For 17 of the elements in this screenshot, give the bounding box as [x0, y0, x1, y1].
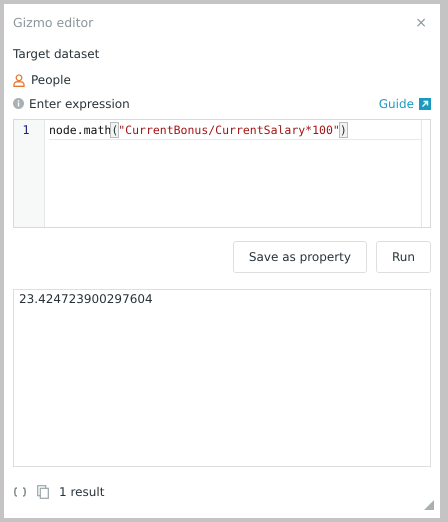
- external-link-icon[interactable]: [419, 98, 431, 110]
- window-title: Gizmo editor: [13, 15, 94, 30]
- info-icon: [13, 98, 24, 110]
- save-property-button[interactable]: Save as property: [232, 240, 367, 273]
- dataset-name: People: [31, 73, 71, 88]
- result-count: 1 result: [59, 485, 104, 500]
- run-button[interactable]: Run: [376, 240, 431, 273]
- braces-icon[interactable]: [13, 487, 27, 498]
- field-label: Target dataset: [13, 47, 100, 62]
- copy-icon[interactable]: [37, 485, 49, 500]
- code-line: node.math("CurrentBonus/CurrentSalary*100"): [49, 122, 421, 140]
- result-value: 23.424723900297604: [19, 292, 153, 306]
- line-number: 1: [21, 122, 31, 137]
- person-icon: [13, 74, 25, 87]
- field-label: Enter expression: [29, 96, 130, 111]
- resize-handle-icon[interactable]: [424, 500, 434, 510]
- code-editor[interactable]: 1 node.math("CurrentBonus/CurrentSalary*100"): [13, 118, 431, 228]
